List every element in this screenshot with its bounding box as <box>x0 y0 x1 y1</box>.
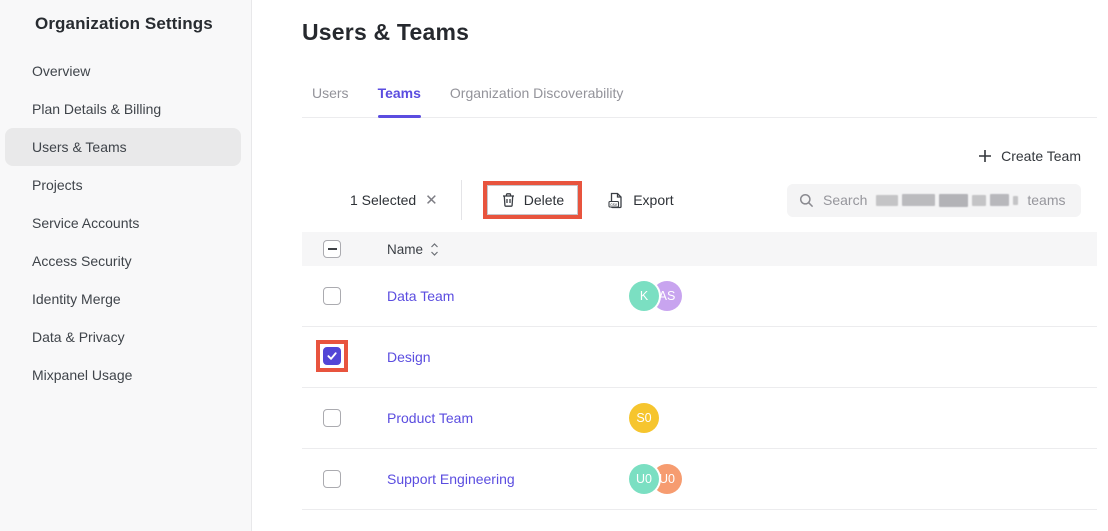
delete-label: Delete <box>524 192 564 208</box>
checkbox-slot <box>323 287 341 305</box>
sidebar-item-service-accounts[interactable]: Service Accounts <box>5 204 241 242</box>
sidebar-item-projects[interactable]: Projects <box>5 166 241 204</box>
sidebar-item-data-privacy[interactable]: Data & Privacy <box>5 318 241 356</box>
row-checkbox[interactable] <box>323 409 341 427</box>
page-title: Users & Teams <box>302 19 1097 46</box>
row-checkbox[interactable] <box>323 287 341 305</box>
csv-file-icon: csv <box>608 192 624 209</box>
sidebar-item-label: Plan Details & Billing <box>32 101 161 117</box>
teams-table: Name Data Team KAS Design Product Team S… <box>302 232 1097 510</box>
sidebar-item-access-security[interactable]: Access Security <box>5 242 241 280</box>
column-name-label: Name <box>387 242 423 257</box>
sidebar-title: Organization Settings <box>5 12 241 34</box>
member-avatars: S0 <box>629 403 659 433</box>
sidebar-item-label: Users & Teams <box>32 139 127 155</box>
sidebar-item-identity-merge[interactable]: Identity Merge <box>5 280 241 318</box>
export-button[interactable]: csv Export <box>608 192 673 209</box>
main-content: Users & Teams Users Teams Organization Dis… <box>252 0 1108 531</box>
sidebar-item-label: Service Accounts <box>32 215 139 231</box>
avatar: S0 <box>629 403 659 433</box>
tab-bar: Users Teams Organization Discoverability <box>302 85 1097 118</box>
tab-organization-discoverability[interactable]: Organization Discoverability <box>450 85 624 117</box>
sidebar-item-users-teams[interactable]: Users & Teams <box>5 128 241 166</box>
column-header-name[interactable]: Name <box>387 242 439 257</box>
redacted-text <box>876 194 1018 207</box>
team-name-link[interactable]: Design <box>387 349 629 365</box>
select-all-checkbox[interactable] <box>323 240 341 258</box>
sidebar-item-label: Mixpanel Usage <box>32 367 132 383</box>
create-team-button[interactable]: Create Team <box>978 148 1081 164</box>
team-name-link[interactable]: Support Engineering <box>387 471 629 487</box>
create-team-label: Create Team <box>1001 148 1081 164</box>
search-placeholder-prefix: Search <box>823 192 867 208</box>
team-name-link[interactable]: Product Team <box>387 410 629 426</box>
team-name-link[interactable]: Data Team <box>387 288 629 304</box>
checkbox-slot <box>323 409 341 427</box>
checkbox-slot <box>323 470 341 488</box>
table-header-row: Name <box>302 232 1097 266</box>
plus-icon <box>978 149 992 163</box>
sidebar-nav: Overview Plan Details & Billing Users & … <box>5 52 241 394</box>
tab-teams[interactable]: Teams <box>378 85 421 117</box>
sidebar-item-plan-details-billing[interactable]: Plan Details & Billing <box>5 90 241 128</box>
table-body: Data Team KAS Design Product Team S0 Sup… <box>302 266 1097 510</box>
delete-button[interactable]: Delete <box>487 185 578 215</box>
sidebar-item-mixpanel-usage[interactable]: Mixpanel Usage <box>5 356 241 394</box>
selected-count-label: 1 Selected <box>350 192 416 208</box>
sidebar-item-label: Projects <box>32 177 83 193</box>
search-icon <box>799 193 814 208</box>
trash-icon <box>501 192 516 208</box>
sidebar-item-overview[interactable]: Overview <box>5 52 241 90</box>
top-actions: Create Team <box>302 148 1081 164</box>
sidebar-item-label: Data & Privacy <box>32 329 125 345</box>
toolbar-divider <box>461 180 462 220</box>
sidebar-item-label: Access Security <box>32 253 132 269</box>
table-row: Product Team S0 <box>302 388 1097 449</box>
clear-selection-icon[interactable]: ✕ <box>425 193 438 208</box>
avatar: K <box>629 281 659 311</box>
bulk-actions-toolbar: 1 Selected ✕ Delete <box>302 179 1097 221</box>
member-avatars: KAS <box>629 281 682 311</box>
export-label: Export <box>633 192 673 208</box>
member-avatars: U0U0 <box>629 464 682 494</box>
table-row: Design <box>302 327 1097 388</box>
selection-summary: 1 Selected ✕ <box>350 192 438 208</box>
sidebar-item-label: Overview <box>32 63 90 79</box>
checkbox-slot <box>323 347 341 367</box>
sidebar-item-label: Identity Merge <box>32 291 121 307</box>
row-checkbox[interactable] <box>323 470 341 488</box>
sort-icon <box>430 243 439 256</box>
checkbox-highlight <box>316 340 348 372</box>
delete-button-highlight: Delete <box>483 181 582 219</box>
search-placeholder-suffix: teams <box>1027 192 1065 208</box>
sidebar: Organization Settings Overview Plan Deta… <box>0 0 252 531</box>
row-checkbox[interactable] <box>323 347 341 365</box>
table-row: Support Engineering U0U0 <box>302 449 1097 510</box>
search-input[interactable]: Search teams <box>787 184 1081 217</box>
avatar: U0 <box>629 464 659 494</box>
tab-users[interactable]: Users <box>312 85 349 117</box>
svg-text:csv: csv <box>610 201 618 206</box>
table-row: Data Team KAS <box>302 266 1097 327</box>
